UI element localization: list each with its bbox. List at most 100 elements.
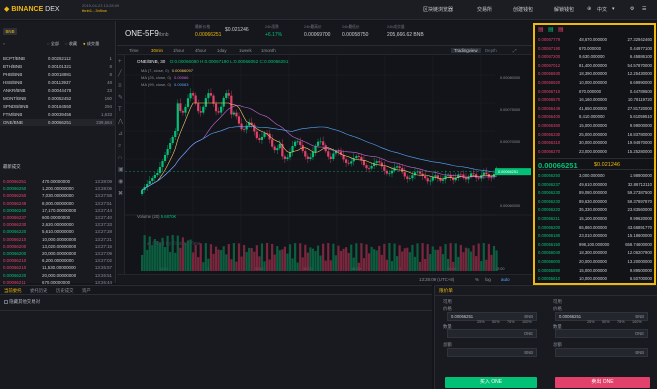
- bids-row[interactable]: 0.00066237 49,610.000000 32.86712110: [535, 182, 654, 188]
- checkbox[interactable]: [4, 299, 8, 304]
- book-bids-icon[interactable]: ▤: [548, 27, 554, 33]
- asks-row[interactable]: 0.00066310 30,000.000000 19.94970000: [535, 140, 654, 146]
- asks-row[interactable]: 0.00067012 81,400.000000 54.57870000: [535, 63, 654, 69]
- text-tool-icon[interactable]: T: [118, 107, 122, 113]
- auto-toggle[interactable]: auto: [501, 277, 510, 282]
- tab-order-history[interactable]: 委托历史: [30, 288, 48, 294]
- market-row[interactable]: ONE/BNB 0.00066251 339,664: [0, 119, 116, 126]
- brush-icon[interactable]: ✎: [118, 95, 123, 101]
- sell-total-input[interactable]: BNB: [555, 348, 648, 357]
- tab-balances[interactable]: 资产: [82, 288, 91, 294]
- crosshair-icon[interactable]: +: [118, 59, 122, 65]
- filter-all[interactable]: ○ 全部: [47, 40, 59, 48]
- market-row[interactable]: PHB/BNB 0.00018981 8: [0, 71, 116, 78]
- market-row[interactable]: BTH/BNB 0.00101321 8: [0, 63, 116, 70]
- candlestick-svg[interactable]: 0.000800000.000750000.000700000.00065000…: [125, 55, 532, 284]
- log-toggle[interactable]: log: [485, 277, 491, 282]
- settings-gear-icon[interactable]: ⚙: [630, 6, 634, 12]
- market-row[interactable]: BCPT/BNB 0.00252112 1: [0, 55, 116, 62]
- book-asks-icon[interactable]: ▤: [558, 27, 564, 33]
- buy-total-input[interactable]: BNB: [447, 348, 537, 357]
- interval-tab[interactable]: 30min: [151, 48, 163, 53]
- bids-row[interactable]: 0.00065810 10,000.000000 6.50700000: [535, 276, 654, 282]
- buy-button[interactable]: 买入 ONE: [445, 377, 537, 388]
- menu-icon[interactable]: ☰: [642, 6, 646, 12]
- bids-row[interactable]: 0.00066211 15,100.000000 9.99620000: [535, 216, 654, 222]
- asks-row[interactable]: 0.00066920 10,000.000000 6.69990000: [535, 80, 654, 86]
- market-row[interactable]: HSB/BNB 0.00113937 48: [0, 79, 116, 86]
- book-both-icon[interactable]: ▤: [538, 27, 544, 33]
- nav-create-wallet[interactable]: 创建钱包: [513, 6, 533, 13]
- search-icon[interactable]: ⌕: [3, 40, 5, 48]
- buy-pct-100[interactable]: 100%: [522, 320, 532, 324]
- asks-row[interactable]: 0.00066400 8,410.000000 5.61059510: [535, 114, 654, 120]
- trash-icon[interactable]: ✖: [118, 191, 123, 197]
- asks-row[interactable]: 0.00066330 25,000.000000 16.83780000: [535, 132, 654, 138]
- interval-tab[interactable]: 1week: [239, 48, 252, 53]
- buy-pct-25[interactable]: 25%: [477, 320, 485, 324]
- pattern-icon[interactable]: ⋀: [118, 119, 123, 125]
- interval-tab[interactable]: 1month: [261, 48, 276, 53]
- tab-open-orders[interactable]: 当前委托: [4, 288, 22, 294]
- sell-button[interactable]: 卖出 ONE: [555, 377, 650, 388]
- nav-exchange[interactable]: 交易所: [477, 6, 492, 13]
- eye-icon[interactable]: ◉: [118, 179, 123, 185]
- buy-amount-input[interactable]: ONE: [447, 329, 537, 338]
- nav-unlock-wallet[interactable]: 解锁钱包: [554, 6, 574, 13]
- market-row[interactable]: MONT/BNB 0.00052452 160: [0, 95, 116, 102]
- view-tradingview[interactable]: Tradingview: [451, 48, 481, 53]
- view-depth[interactable]: Depth: [485, 48, 497, 53]
- globe-icon[interactable]: ⊕: [587, 6, 591, 12]
- asks-row[interactable]: 0.00067190 670.000000 0.44977100: [535, 46, 654, 52]
- sell-pct-100[interactable]: 100%: [632, 320, 642, 324]
- interval-tab[interactable]: 1day: [217, 48, 227, 53]
- asks-row[interactable]: 0.00067779 48,670.000000 27.32942460: [535, 37, 654, 43]
- trendline-icon[interactable]: ╱: [118, 71, 122, 77]
- sell-pct-50[interactable]: 50%: [602, 320, 610, 324]
- price-chart[interactable]: Time 30min 1hour 4hour 1day 1week 1month Tradi…: [117, 46, 532, 284]
- bids-row[interactable]: 0.00066230 89,630.000000 59.37897870: [535, 199, 654, 205]
- hide-other-pairs[interactable]: 隐藏其他交易对: [4, 299, 40, 305]
- language-select[interactable]: 中文: [597, 6, 607, 13]
- nav-explorer[interactable]: 区块链浏览器: [423, 6, 453, 13]
- bids-row[interactable]: 0.00065890 15,000.000000 9.89500000: [535, 268, 654, 274]
- measure-icon[interactable]: ⊿: [118, 131, 123, 137]
- interval-tab[interactable]: Time: [129, 48, 139, 53]
- sell-pct-25[interactable]: 25%: [587, 320, 595, 324]
- sell-amount-input[interactable]: ONE: [555, 329, 648, 338]
- interval-tab[interactable]: 1hour: [173, 48, 184, 53]
- fib-icon[interactable]: ≡: [118, 83, 122, 89]
- sell-pct-75[interactable]: 75%: [617, 320, 625, 324]
- tab-trade-history[interactable]: 历史成交: [56, 288, 74, 294]
- bids-row[interactable]: 0.00066040 18,300.000000 12.06207900: [535, 250, 654, 256]
- wallet-address[interactable]: tbnb1...3n9xw: [82, 8, 119, 13]
- asks-row[interactable]: 0.00066710 670.000000 0.44789500: [535, 89, 654, 95]
- bids-row[interactable]: 0.00066230 89,080.000000 59.27387500: [535, 190, 654, 196]
- asks-row[interactable]: 0.00066570 16,160.000000 10.78119720: [535, 97, 654, 103]
- market-tab-bnb[interactable]: BNB: [3, 28, 17, 35]
- asks-row[interactable]: 0.00066270 23,000.000000 15.25280000: [535, 149, 654, 155]
- bids-row[interactable]: 0.00066250 3,000.000000 1.98900000: [535, 173, 654, 179]
- order-type-limit[interactable]: 限价单: [439, 288, 453, 294]
- bids-row[interactable]: 0.00066200 65,860.000000 43.66891770: [535, 225, 654, 231]
- magnet-icon[interactable]: ∩: [118, 155, 122, 161]
- tradingview-attribution[interactable]: ▰ Chart by TradingView: [147, 241, 200, 247]
- buy-pct-50[interactable]: 50%: [492, 320, 500, 324]
- buy-pct-75[interactable]: 75%: [507, 320, 515, 324]
- filter-volume[interactable]: ● 成交量: [83, 40, 99, 48]
- bids-row[interactable]: 0.00066180 23,010.000000 15.18600000: [535, 233, 654, 239]
- zoom-icon[interactable]: ⌕: [118, 143, 121, 149]
- percent-toggle[interactable]: %: [475, 277, 479, 282]
- asks-row[interactable]: 0.00067200 9,630.000000 6.45886100: [535, 54, 654, 60]
- interval-tab[interactable]: 4hour: [195, 48, 206, 53]
- asks-row[interactable]: 0.00066449 41,650.000000 27.81720000: [535, 106, 654, 112]
- asks-row[interactable]: 0.00066930 18,390.000000 12.25430000: [535, 71, 654, 77]
- market-row[interactable]: SPNDB/BNB 0.00164550 294: [0, 103, 116, 110]
- bids-row[interactable]: 0.00066000 20,000.000000 13.20000000: [535, 259, 654, 265]
- binance-dex-logo[interactable]: ◆ BINANCE DEX: [4, 5, 60, 13]
- market-row[interactable]: FTM/BNB 0.00039456 1,633: [0, 111, 116, 118]
- lock-icon[interactable]: ▣: [118, 167, 124, 173]
- bids-row[interactable]: 0.00066220 35,330.000000 23.83560000: [535, 207, 654, 213]
- filter-favorites[interactable]: ○ 收藏: [65, 40, 77, 48]
- fullscreen-icon[interactable]: ⤢: [513, 48, 517, 53]
